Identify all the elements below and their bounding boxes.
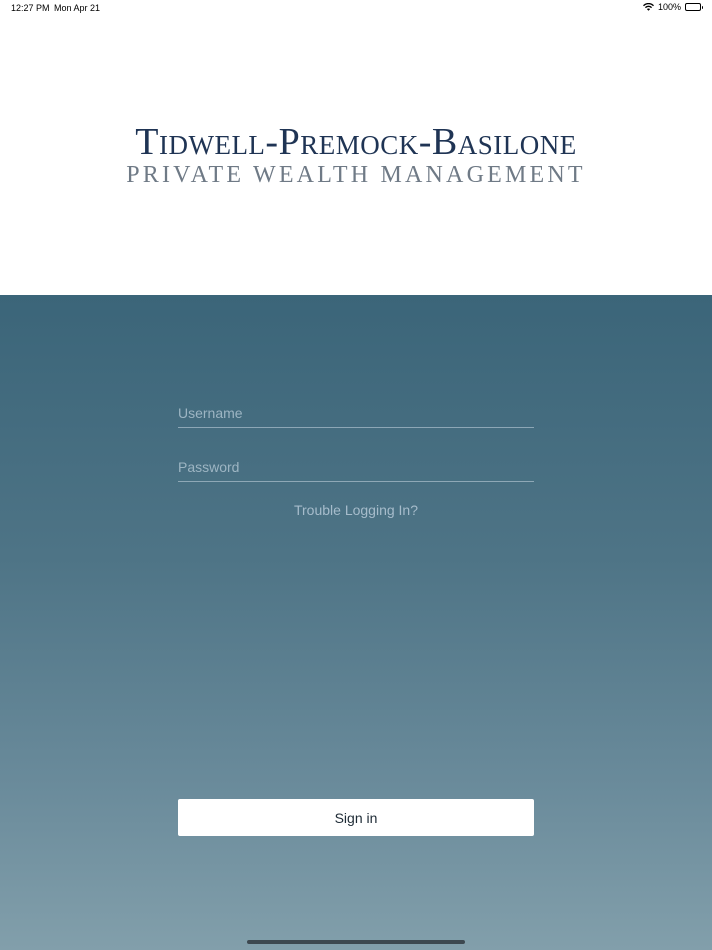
logo-company-name: Tidwell-Premock-Basilone xyxy=(135,121,577,163)
trouble-logging-in-link[interactable]: Trouble Logging In? xyxy=(0,502,712,518)
home-indicator[interactable] xyxy=(247,940,465,944)
wifi-icon xyxy=(642,3,654,11)
logo-tagline: PRIVATE WEALTH MANAGEMENT xyxy=(126,162,586,188)
battery-icon xyxy=(685,3,703,11)
status-date: Mon Apr 21 xyxy=(54,3,101,13)
password-input[interactable] xyxy=(178,455,534,479)
company-logo: Tidwell-Premock-Basilone PRIVATE WEALTH … xyxy=(0,122,712,188)
login-screen: 12:27 PM Mon Apr 21 100% Tidwell-Premock… xyxy=(0,0,712,950)
sign-in-button[interactable]: Sign in xyxy=(178,799,534,836)
username-input[interactable] xyxy=(178,401,534,425)
login-panel: Trouble Logging In? Sign in xyxy=(0,295,712,950)
status-indicators: 100% xyxy=(642,2,703,12)
password-field xyxy=(178,455,534,482)
username-field xyxy=(178,401,534,428)
header-logo-area: Tidwell-Premock-Basilone PRIVATE WEALTH … xyxy=(0,18,712,295)
status-bar: 12:27 PM Mon Apr 21 100% xyxy=(0,0,712,18)
battery-percent: 100% xyxy=(657,2,681,12)
status-time: 12:27 PM xyxy=(11,3,50,13)
